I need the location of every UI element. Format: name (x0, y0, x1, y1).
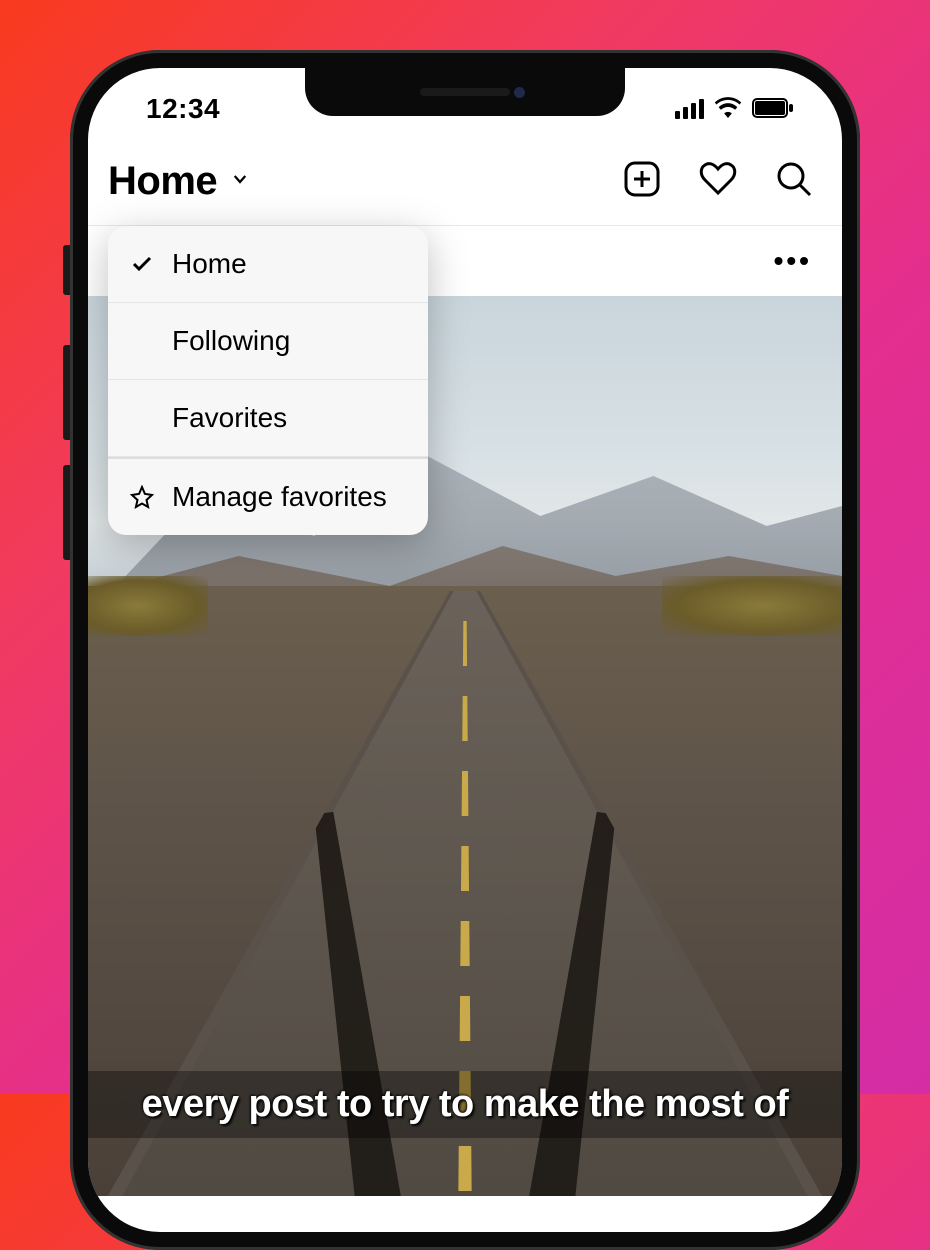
chevron-down-icon (229, 170, 251, 193)
dropdown-item-favorites[interactable]: Favorites (108, 380, 428, 457)
side-button (63, 465, 70, 560)
feed-selector[interactable]: Home (108, 159, 251, 204)
check-icon (130, 252, 154, 276)
caption-text: every post to try to make the most of (106, 1083, 824, 1126)
notch (305, 68, 625, 116)
wifi-icon (714, 93, 742, 125)
dropdown-item-home[interactable]: Home (108, 226, 428, 303)
status-icons (675, 93, 794, 125)
feed-title: Home (108, 159, 217, 204)
app-header: Home (88, 138, 842, 226)
header-actions (622, 159, 814, 204)
dropdown-label: Following (172, 325, 290, 357)
dropdown-item-following[interactable]: Following (108, 303, 428, 380)
heart-icon[interactable] (698, 159, 738, 204)
video-caption: every post to try to make the most of (88, 1071, 842, 1138)
screen: 12:34 (88, 68, 842, 1232)
battery-icon (752, 93, 794, 125)
search-icon[interactable] (774, 159, 814, 204)
cellular-signal-icon (675, 99, 704, 119)
phone-frame: 12:34 (70, 50, 860, 1250)
dropdown-label: Manage favorites (172, 481, 387, 513)
dropdown-item-manage-favorites[interactable]: Manage favorites (108, 457, 428, 535)
star-icon (130, 485, 154, 509)
dropdown-label: Favorites (172, 402, 287, 434)
feed-dropdown: Home Following Favorites Manage favorite… (108, 226, 428, 535)
more-options-icon[interactable]: ••• (774, 245, 812, 277)
status-time: 12:34 (146, 93, 220, 125)
side-button (63, 345, 70, 440)
new-post-icon[interactable] (622, 159, 662, 204)
dropdown-label: Home (172, 248, 247, 280)
side-button (63, 245, 70, 295)
content-area: ••• every post to try to make the mo (88, 226, 842, 1232)
